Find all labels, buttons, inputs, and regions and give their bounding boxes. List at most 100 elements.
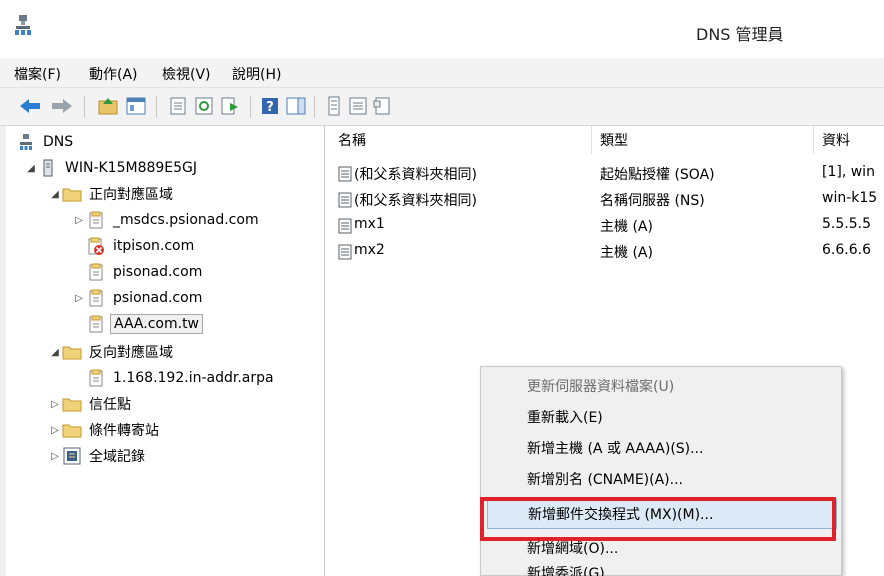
expanded-arrow-icon[interactable]: ◢ xyxy=(24,163,38,174)
tree-item-global-logs[interactable]: ▷ 全域記錄 xyxy=(48,444,148,468)
tree-item-zone-pisonad[interactable]: pisonad.com xyxy=(86,260,205,284)
record-icon xyxy=(338,166,352,186)
tree-item-label: WIN-K15M889E5GJ xyxy=(65,160,198,176)
menu-item-new-alias[interactable]: 新增別名 (CNAME)(A)... xyxy=(481,464,841,494)
menu-action[interactable]: 動作(A) xyxy=(89,64,138,84)
tree-item-reverse-zones[interactable]: ◢ 反向對應區域 xyxy=(48,340,176,364)
collapsed-arrow-icon[interactable]: ▷ xyxy=(72,293,86,304)
record-type: 起始點授權 (SOA) xyxy=(600,167,715,183)
list-icon[interactable] xyxy=(346,94,370,118)
tree-item-label: 1.168.192.in-addr.arpa xyxy=(113,370,274,386)
tree-item-label: 條件轉寄站 xyxy=(89,423,159,439)
column-header-type[interactable]: 類型 xyxy=(592,126,814,154)
svg-text:?: ? xyxy=(266,100,274,115)
folder-icon xyxy=(62,421,82,439)
tree-item-label: DNS xyxy=(43,134,74,150)
tree-item-label: 正向對應區域 xyxy=(89,187,173,203)
tree-item-reverse-zone[interactable]: 1.168.192.in-addr.arpa xyxy=(86,366,277,390)
zone-icon xyxy=(86,211,106,229)
record-data: [1], win xyxy=(822,164,875,180)
properties-icon[interactable] xyxy=(166,94,190,118)
new-record-icon[interactable] xyxy=(322,94,346,118)
detail-icon[interactable] xyxy=(370,94,394,118)
menu-item-update-data-file[interactable]: 更新伺服器資料檔案(U) xyxy=(481,371,841,401)
zone-icon xyxy=(86,263,106,281)
collapsed-arrow-icon[interactable]: ▷ xyxy=(72,215,86,226)
tree-item-server[interactable]: ◢ WIN-K15M889E5GJ xyxy=(24,156,200,180)
up-folder-icon[interactable] xyxy=(96,94,120,118)
toolbar-separator xyxy=(84,96,85,118)
record-type: 主機 (A) xyxy=(600,219,653,235)
refresh-icon[interactable] xyxy=(192,94,216,118)
toolbar-separator xyxy=(250,96,251,118)
record-icon xyxy=(338,244,352,264)
table-row[interactable]: (和父系資料夾相同) 名稱伺服器 (NS) win-k15 xyxy=(330,187,884,211)
forward-arrow-icon[interactable] xyxy=(50,94,74,118)
help-icon[interactable]: ? xyxy=(258,94,282,118)
menu-file[interactable]: 檔案(F) xyxy=(14,64,61,84)
tree-item-zone-aaa[interactable]: AAA.com.tw xyxy=(86,312,204,336)
action-pane-icon[interactable] xyxy=(284,94,308,118)
dns-app-icon[interactable] xyxy=(14,14,32,36)
tree-item-label: itpison.com xyxy=(113,238,195,254)
tree-item-label: 信任點 xyxy=(89,397,131,413)
record-name: (和父系資料夾相同) xyxy=(354,167,477,183)
tree-item-zone-msdcs[interactable]: ▷ _msdcs.psionad.com xyxy=(72,208,262,232)
show-hide-tree-icon[interactable] xyxy=(124,94,148,118)
table-row[interactable]: mx1 主機 (A) 5.5.5.5 xyxy=(330,213,884,237)
tree-item-forward-zones[interactable]: ◢ 正向對應區域 xyxy=(48,182,176,206)
collapsed-arrow-icon[interactable]: ▷ xyxy=(48,451,62,462)
toolbar: ? xyxy=(0,88,884,126)
export-list-icon[interactable] xyxy=(218,94,242,118)
title-bar: DNS 管理員 xyxy=(0,0,884,58)
folder-icon xyxy=(62,343,82,361)
collapsed-arrow-icon[interactable]: ▷ xyxy=(48,399,62,410)
column-header-data[interactable]: 資料 xyxy=(814,126,884,154)
highlight-annotation-box xyxy=(480,497,836,541)
tree-pane: DNS ◢ WIN-K15M889E5GJ ◢ 正向對應區域 ▷ _msdcs.… xyxy=(0,126,325,576)
log-icon xyxy=(62,447,82,465)
expanded-arrow-icon[interactable]: ◢ xyxy=(48,189,62,200)
tree-item-conditional-forwarders[interactable]: ▷ 條件轉寄站 xyxy=(48,418,162,442)
column-header-name[interactable]: 名稱 xyxy=(330,126,592,154)
table-row[interactable]: mx2 主機 (A) 6.6.6.6 xyxy=(330,239,884,263)
record-type: 名稱伺服器 (NS) xyxy=(600,193,705,209)
record-data: win-k15 xyxy=(822,190,878,206)
tree-item-label: 全域記錄 xyxy=(89,449,145,465)
window-title: DNS 管理員 xyxy=(696,25,784,44)
tree-item-zone-psionad[interactable]: ▷ psionad.com xyxy=(72,286,205,310)
server-icon xyxy=(38,159,58,177)
zone-icon xyxy=(86,369,106,387)
tree-item-label: pisonad.com xyxy=(113,264,203,280)
record-name: (和父系資料夾相同) xyxy=(354,193,477,209)
folder-icon xyxy=(62,395,82,413)
toolbar-separator xyxy=(156,96,157,118)
menu-view[interactable]: 檢視(V) xyxy=(162,64,211,84)
record-name: mx1 xyxy=(354,216,385,232)
record-type: 主機 (A) xyxy=(600,245,653,261)
record-icon xyxy=(338,192,352,212)
tree-item-trust-points[interactable]: ▷ 信任點 xyxy=(48,392,134,416)
record-icon xyxy=(338,218,352,238)
menu-item-new-host[interactable]: 新增主機 (A 或 AAAA)(S)... xyxy=(481,433,841,463)
record-data: 5.5.5.5 xyxy=(822,216,871,232)
record-data: 6.6.6.6 xyxy=(822,242,871,258)
tree-item-label: _msdcs.psionad.com xyxy=(113,212,259,228)
table-row[interactable]: (和父系資料夾相同) 起始點授權 (SOA) [1], win xyxy=(330,161,884,185)
collapsed-arrow-icon[interactable]: ▷ xyxy=(48,425,62,436)
tree-item-zone-itpison[interactable]: itpison.com xyxy=(86,234,197,258)
menu-bar: 檔案(F) 動作(A) 檢視(V) 說明(H) xyxy=(0,58,884,88)
zone-error-icon xyxy=(86,237,106,255)
menu-item-reload[interactable]: 重新載入(E) xyxy=(481,402,841,432)
tree-item-label: psionad.com xyxy=(113,290,203,306)
menu-item-new-delegation[interactable]: 新增委派(G)... xyxy=(481,563,841,576)
back-arrow-icon[interactable] xyxy=(18,94,42,118)
record-name: mx2 xyxy=(354,242,385,258)
tree-item-label: AAA.com.tw xyxy=(110,314,204,334)
expanded-arrow-icon[interactable]: ◢ xyxy=(48,347,62,358)
context-menu: 更新伺服器資料檔案(U) 重新載入(E) 新增主機 (A 或 AAAA)(S).… xyxy=(480,366,842,576)
menu-help[interactable]: 說明(H) xyxy=(232,64,281,84)
tree-item-dns-root[interactable]: DNS xyxy=(16,130,76,154)
toolbar-separator xyxy=(314,96,315,118)
zone-icon xyxy=(86,289,106,307)
